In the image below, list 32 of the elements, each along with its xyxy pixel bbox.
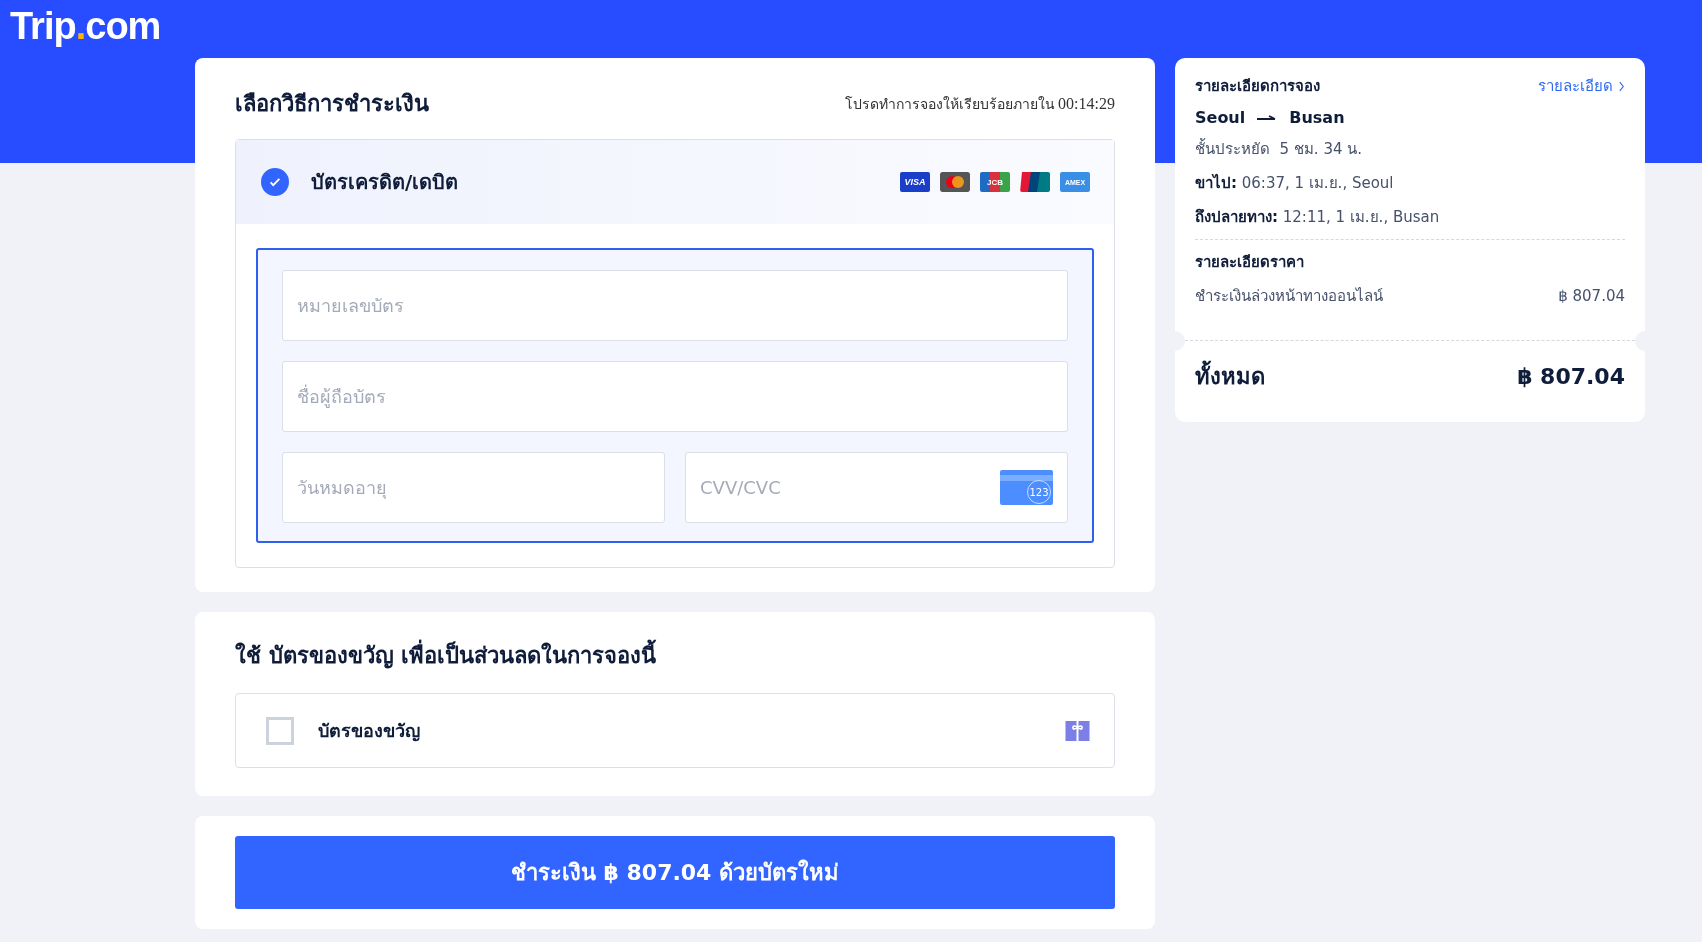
logo[interactable]: Trip.com — [10, 0, 161, 52]
total-label: ทั้งหมด — [1195, 359, 1265, 394]
destination-city: Busan — [1289, 108, 1345, 127]
origin-city: Seoul — [1195, 108, 1246, 127]
pay-button[interactable]: ชำระเงิน ฿ 807.04 ด้วยบัตรใหม่ — [235, 836, 1115, 909]
price-value: ฿ 807.04 — [1558, 287, 1625, 305]
summary-title: รายละเอียดการจอง — [1195, 76, 1320, 97]
arrow-icon — [1257, 113, 1278, 122]
total-price: ฿ 807.04 — [1517, 364, 1625, 389]
gift-icon — [1065, 720, 1090, 741]
gift-card-option[interactable]: บัตรของขวัญ — [235, 693, 1115, 768]
section-title: ใช้ บัตรของขวัญ เพื่อเป็นส่วนลดในการจองนี้ — [235, 638, 1115, 673]
trip-detail: ขาไป: 06:37, 1 เม.ย., Seoul — [1195, 172, 1395, 194]
checkbox[interactable] — [266, 716, 294, 745]
mastercard-logo — [940, 172, 970, 192]
check-icon[interactable] — [261, 168, 289, 196]
input-field[interactable]: วันหมดอายุ — [282, 452, 665, 523]
timer-text: โปรดทำการจองให้เรียบร้อยภายใน 00:14:29 — [844, 93, 1115, 114]
trip-detail: ถึงปลายทาง: 12:11, 1 เม.ย., Busan — [1195, 207, 1441, 228]
gift-card-label: บัตรของขวัญ — [318, 719, 421, 744]
chevron-icon — [1618, 80, 1625, 92]
method-label[interactable]: บัตรเครดิต/เดบิต — [311, 166, 900, 198]
price-title: รายละเอียดราคา — [1195, 252, 1305, 273]
card-back-icon: 123 — [1000, 470, 1053, 505]
price-label: ชำระเงินล่วงหน้าทางออนไลน์ — [1195, 286, 1383, 307]
trip-detail: ชั้นประหยัด 5 ชม. 34 น. — [1195, 137, 1363, 160]
input-field[interactable]: ชื่อผู้ถือบัตร — [282, 361, 1068, 432]
details-link[interactable]: รายละเอียด — [1538, 74, 1625, 98]
unionpay-logo — [1020, 172, 1050, 192]
visa-logo: VISA — [900, 172, 930, 192]
section-title: เลือกวิธีการชำระเงิน — [235, 90, 429, 118]
input-field[interactable]: หมายเลขบัตร — [282, 270, 1068, 341]
